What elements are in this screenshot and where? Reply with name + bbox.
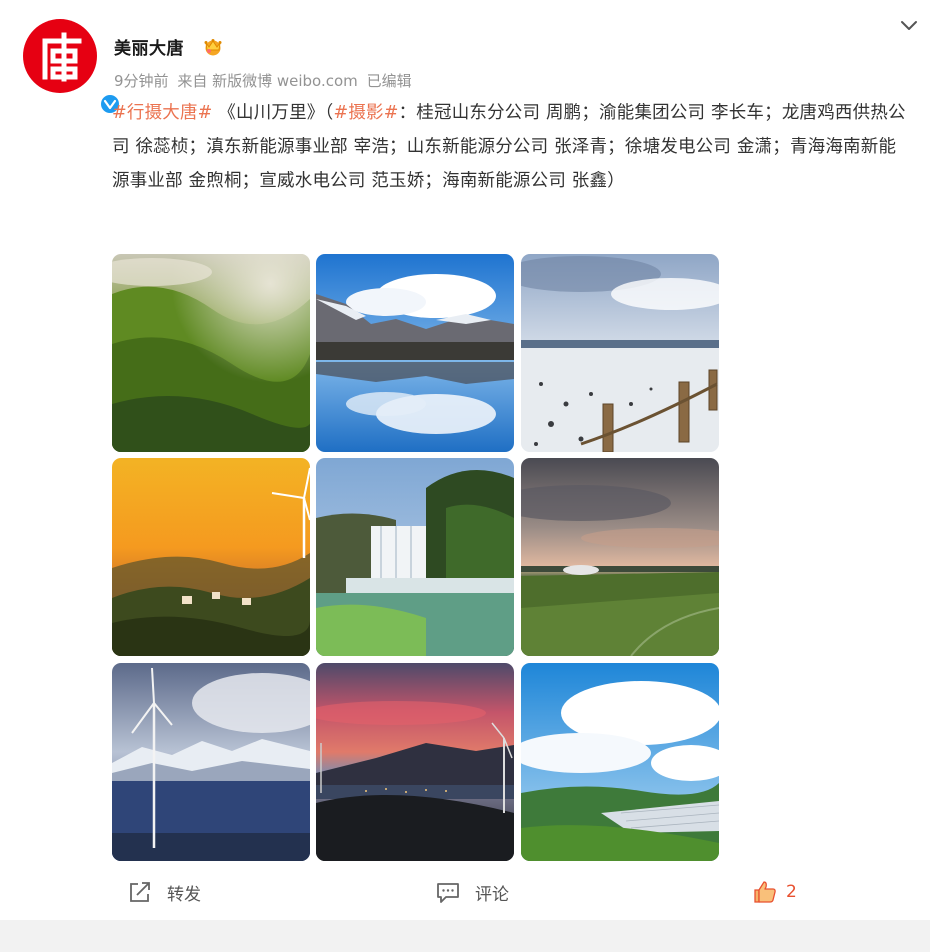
- like-button[interactable]: 2: [752, 870, 797, 914]
- author-name[interactable]: 美丽大唐: [114, 34, 184, 59]
- post-time[interactable]: 9分钟前: [114, 72, 169, 90]
- image-grid: [112, 254, 720, 862]
- photo-grassland-dusk[interactable]: [521, 458, 719, 656]
- photo-blue-sky-greenhouses[interactable]: [521, 663, 719, 861]
- post-meta: 9分钟前 来自 新版微博 weibo.com 已编辑: [114, 70, 416, 91]
- edited-label[interactable]: 已编辑: [367, 72, 412, 90]
- repost-button[interactable]: 转发: [127, 870, 201, 914]
- post-source: 来自 新版微博 weibo.com: [177, 72, 358, 90]
- comment-label: 评论: [475, 884, 509, 905]
- feed-separator: [0, 920, 930, 952]
- photo-wind-turbine-snow-mountains[interactable]: [112, 663, 310, 861]
- photo-red-sky-turbines[interactable]: [316, 663, 514, 861]
- hashtag-link[interactable]: #摄影#: [333, 103, 398, 123]
- vip-crown-icon: [204, 39, 222, 56]
- comment-icon: [437, 883, 459, 903]
- comment-button[interactable]: 评论: [435, 870, 509, 914]
- thumbs-up-icon: [754, 881, 776, 903]
- datang-logo-icon: [42, 32, 82, 82]
- weibo-post-card: 美丽大唐 9分钟前 来自 新版微博 weibo.com 已编辑 #行摄大唐# 《…: [0, 0, 930, 920]
- avatar[interactable]: [23, 19, 121, 115]
- like-count: 2: [786, 882, 797, 902]
- post-text: #行摄大唐# 《山川万里》（#摄影#：桂冠山东分公司 周鹏；渝能集团公司 李长车…: [112, 96, 912, 198]
- post-title: 《山川万里》（: [212, 103, 334, 123]
- photo-forest-mist[interactable]: [112, 254, 310, 452]
- share-icon: [130, 882, 150, 902]
- chevron-down-icon[interactable]: [898, 16, 920, 36]
- photo-waterfall[interactable]: [316, 458, 514, 656]
- repost-label: 转发: [167, 884, 201, 905]
- photo-snowy-shore[interactable]: [521, 254, 719, 452]
- photo-sunset-wind-turbine[interactable]: [112, 458, 310, 656]
- hashtag-link[interactable]: #行摄大唐#: [112, 103, 213, 123]
- photo-lake-reflection[interactable]: [316, 254, 514, 452]
- action-bar: 转发 评论 2: [0, 870, 930, 914]
